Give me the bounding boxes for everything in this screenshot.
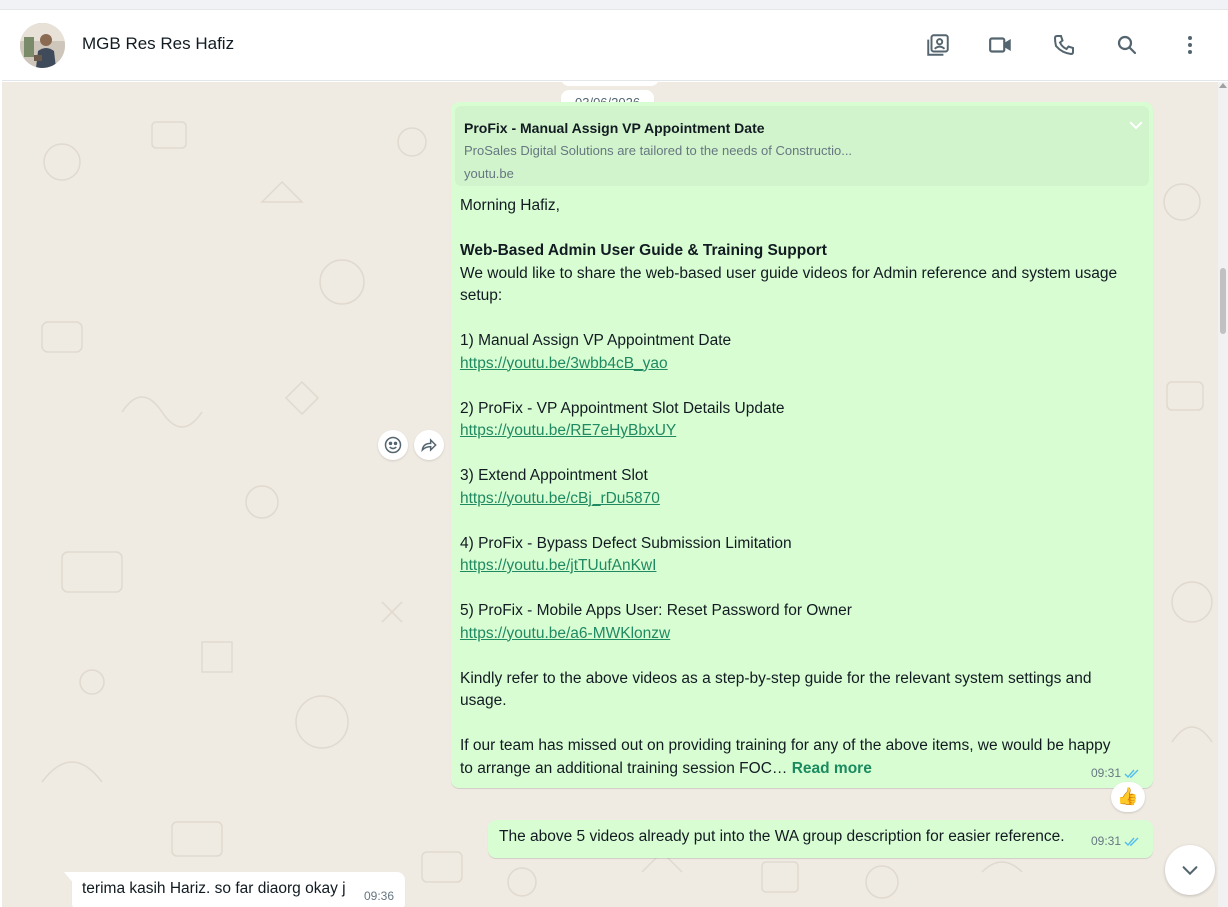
read-more-link[interactable]: Read more bbox=[792, 760, 872, 777]
link-preview-title: ProFix - Manual Assign VP Appointment Da… bbox=[464, 120, 765, 136]
contact-avatar[interactable] bbox=[20, 23, 65, 68]
link-preview[interactable]: ProFix - Manual Assign VP Appointment Da… bbox=[455, 106, 1149, 186]
message-body: terima kasih Hariz. so far diaorg okay j bbox=[82, 880, 346, 897]
contacts-icon[interactable] bbox=[924, 31, 952, 59]
message-body: Morning Hafiz, Web-Based Admin User Guid… bbox=[460, 195, 1148, 780]
video-call-icon[interactable] bbox=[987, 31, 1015, 59]
previous-date-pill bbox=[561, 82, 659, 86]
contact-name[interactable]: MGB Res Res Hafiz bbox=[82, 34, 234, 54]
forward-icon[interactable] bbox=[414, 430, 444, 460]
message-line: If our team has missed out on providing … bbox=[460, 737, 1111, 754]
message-menu-chevron-icon[interactable] bbox=[1127, 116, 1145, 134]
message-time: 09:31 bbox=[1091, 766, 1122, 780]
scroll-to-bottom-button[interactable] bbox=[1165, 845, 1215, 895]
message-meta: 09:31 bbox=[1091, 766, 1140, 780]
reaction-badge[interactable]: 👍 bbox=[1111, 782, 1145, 812]
message-heading: Web-Based Admin User Guide & Training Su… bbox=[460, 242, 827, 259]
message-line: setup: bbox=[460, 287, 503, 304]
video-link[interactable]: https://youtu.be/jtTUufAnKwI bbox=[460, 557, 656, 574]
incoming-message[interactable]: terima kasih Hariz. so far diaorg okay j… bbox=[72, 872, 405, 907]
menu-icon[interactable] bbox=[1176, 31, 1204, 59]
chat-header: MGB Res Res Hafiz bbox=[2, 10, 1228, 81]
chevron-down-icon bbox=[1182, 866, 1198, 876]
window-top-strip bbox=[0, 0, 1228, 10]
video-link[interactable]: https://youtu.be/a6-MWKlonzw bbox=[460, 625, 670, 642]
read-ticks-icon bbox=[1124, 769, 1139, 778]
video-item-title: 1) Manual Assign VP Appointment Date bbox=[460, 332, 732, 349]
search-icon[interactable] bbox=[1113, 31, 1141, 59]
video-link[interactable]: https://youtu.be/3wbb4cB_yao bbox=[460, 355, 668, 372]
emoji-react-icon[interactable] bbox=[378, 430, 408, 460]
video-item-title: 3) Extend Appointment Slot bbox=[460, 467, 648, 484]
message-line: We would like to share the web-based use… bbox=[460, 264, 1118, 282]
outgoing-message[interactable]: The above 5 videos already put into the … bbox=[488, 820, 1153, 858]
video-link[interactable]: https://youtu.be/RE7eHyBbxUY bbox=[460, 422, 676, 439]
chat-area[interactable]: 03/06/2026 ProFix - Manual Assign VP App… bbox=[2, 82, 1218, 907]
video-item-title: 2) ProFix - VP Appointment Slot Details … bbox=[460, 399, 785, 417]
read-ticks-icon bbox=[1124, 837, 1139, 846]
scroll-up-arrow-icon[interactable] bbox=[1219, 83, 1227, 88]
chat-scrollbar[interactable] bbox=[1218, 82, 1228, 907]
thumbs-up-icon: 👍 bbox=[1117, 787, 1139, 806]
video-link[interactable]: https://youtu.be/cBj_rDu5870 bbox=[460, 490, 660, 507]
message-time: 09:36 bbox=[364, 889, 395, 903]
message-line: Kindly refer to the above videos as a st… bbox=[460, 669, 1092, 687]
voice-call-icon[interactable] bbox=[1050, 31, 1078, 59]
message-time: 09:31 bbox=[1091, 834, 1122, 848]
message-body: The above 5 videos already put into the … bbox=[499, 828, 1065, 845]
link-preview-description: ProSales Digital Solutions are tailored … bbox=[464, 143, 853, 158]
link-preview-domain: youtu.be bbox=[464, 166, 514, 181]
scrollbar-thumb[interactable] bbox=[1220, 268, 1226, 334]
message-meta: 09:31 bbox=[1091, 834, 1140, 848]
video-item-title: 5) ProFix - Mobile Apps User: Reset Pass… bbox=[460, 602, 852, 619]
outgoing-message[interactable]: ProFix - Manual Assign VP Appointment Da… bbox=[451, 102, 1153, 788]
message-line: Morning Hafiz, bbox=[460, 197, 560, 214]
message-line: to arrange an additional training sessio… bbox=[460, 759, 788, 777]
video-item-title: 4) ProFix - Bypass Defect Submission Lim… bbox=[460, 534, 792, 552]
avatar-photo-icon bbox=[20, 23, 65, 68]
message-meta: 09:36 bbox=[364, 889, 394, 903]
message-line: usage. bbox=[460, 692, 507, 709]
